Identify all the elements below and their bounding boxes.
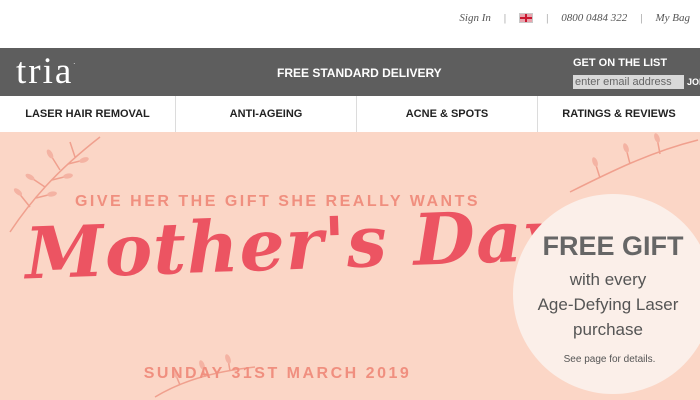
top-utility-bar: Sign In | | 0800 0484 322 | My Bag	[0, 0, 700, 48]
free-delivery-banner: FREE STANDARD DELIVERY	[277, 66, 442, 80]
banner-date: SUNDAY 31ST MARCH 2019	[143, 365, 412, 382]
tria-logo[interactable]: tria.	[16, 50, 77, 93]
logo-text: tria	[16, 51, 74, 92]
separator: |	[640, 12, 643, 24]
header-bar: tria. FREE STANDARD DELIVERY GET ON THE …	[0, 48, 700, 96]
offer-title: FREE GIFT	[542, 231, 684, 261]
sign-in-link[interactable]: Sign In	[459, 12, 490, 24]
mothers-day-hero-banner[interactable]: GIVE HER THE GIFT SHE REALLY WANTS Mothe…	[0, 132, 700, 400]
nav-item-anti-ageing[interactable]: ANTI-AGEING	[176, 96, 357, 132]
phone-link[interactable]: 0800 0484 322	[561, 12, 627, 24]
my-bag-link[interactable]: My Bag	[655, 12, 690, 24]
uk-flag-icon[interactable]	[519, 13, 534, 23]
offer-line-1: with every	[569, 270, 647, 289]
separator: |	[546, 12, 549, 24]
offer-line-2: Age-Defying Laser	[537, 295, 679, 314]
logo-mark: .	[73, 58, 78, 66]
top-links: Sign In | | 0800 0484 322 | My Bag	[459, 12, 690, 24]
nav-item-laser-hair-removal[interactable]: LASER HAIR REMOVAL	[0, 96, 176, 132]
offer-line-3: purchase	[573, 320, 643, 339]
offer-details-note[interactable]: See page for details.	[513, 354, 700, 365]
nav-item-ratings-reviews[interactable]: RATINGS & REVIEWS	[538, 96, 700, 132]
right-sprig-illustration	[569, 133, 699, 193]
newsletter-title: GET ON THE LIST	[573, 57, 668, 69]
main-navigation: LASER HAIR REMOVAL ANTI-AGEING ACNE & SP…	[0, 96, 700, 133]
join-button[interactable]: JOIN	[684, 75, 700, 89]
banner-headline: Mother's Day	[23, 192, 567, 296]
nav-item-acne-spots[interactable]: ACNE & SPOTS	[357, 96, 538, 132]
newsletter-email-input[interactable]	[573, 75, 686, 89]
separator: |	[503, 12, 507, 24]
free-gift-offer-badge[interactable]: FREE GIFT with every Age-Defying Laser p…	[513, 194, 700, 394]
